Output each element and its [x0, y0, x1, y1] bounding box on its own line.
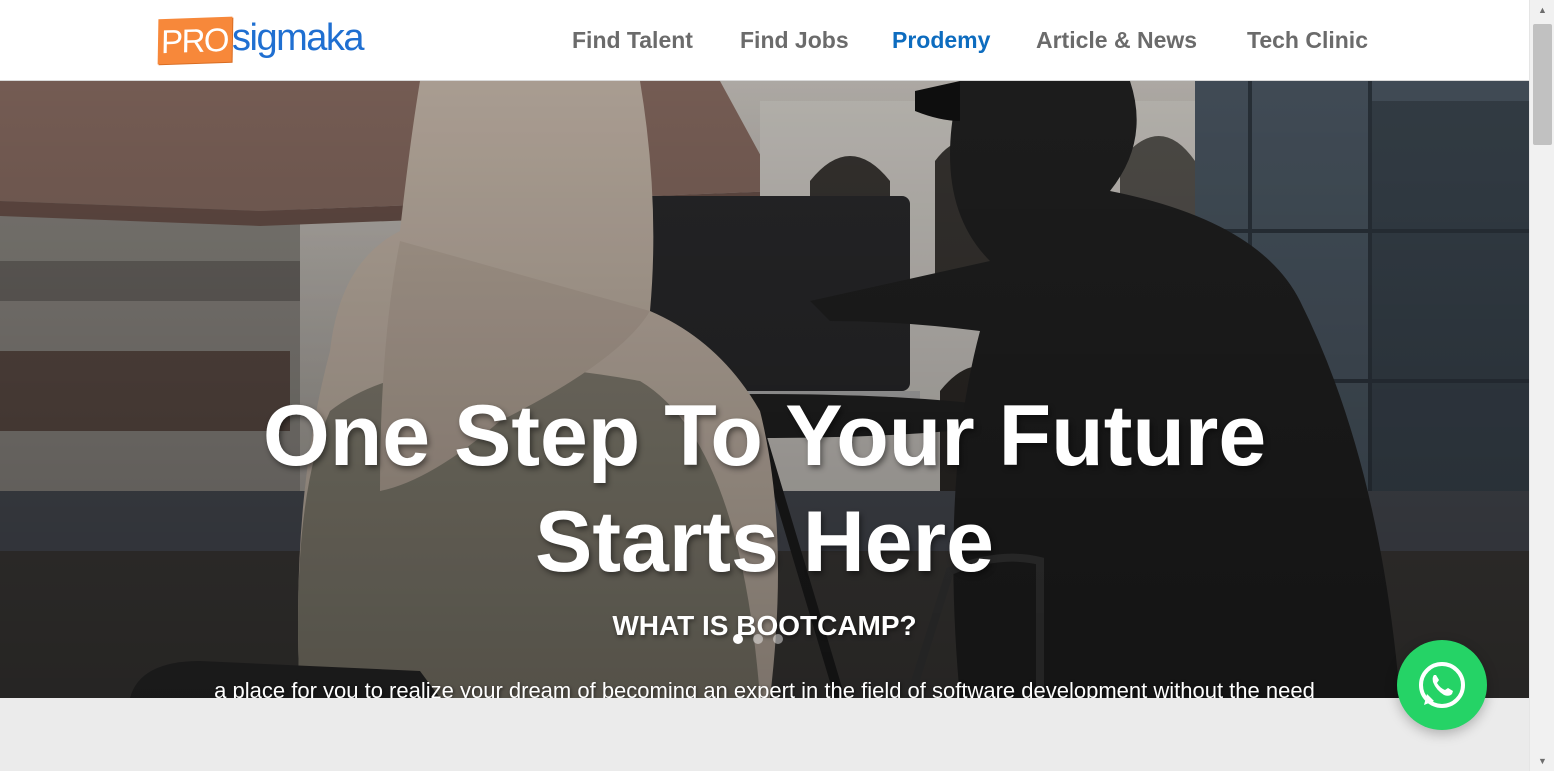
whatsapp-icon — [1419, 662, 1465, 708]
scrollbar-thumb[interactable] — [1533, 24, 1552, 145]
carousel-dot-2[interactable] — [753, 634, 763, 644]
arrow-up-icon[interactable]: ▲ — [1530, 0, 1554, 20]
carousel-dot-1[interactable] — [733, 634, 743, 644]
hero-description: a place for you to realize your dream of… — [214, 678, 1315, 698]
whatsapp-chat-button[interactable] — [1397, 640, 1487, 730]
nav-find-jobs[interactable]: Find Jobs — [740, 27, 849, 54]
hero-title-line2: Starts Here — [535, 494, 994, 590]
hero-title-line1: One Step To Your Future — [262, 388, 1267, 484]
page-scrollbar[interactable]: ▲ ▼ — [1529, 0, 1554, 771]
nav-find-talent[interactable]: Find Talent — [572, 27, 693, 54]
nav-article-news[interactable]: Article & News — [1036, 27, 1197, 54]
logo-sigmaka-text: sigmaka — [232, 16, 365, 59]
nav-prodemy[interactable]: Prodemy — [892, 27, 990, 54]
nav-tech-clinic[interactable]: Tech Clinic — [1247, 27, 1368, 54]
carousel-dot-3[interactable] — [773, 634, 783, 644]
hero-banner: One Step To Your Future Starts Here WHAT… — [0, 81, 1529, 698]
carousel-indicators — [733, 634, 783, 644]
site-logo[interactable]: PRO sigmaka — [157, 9, 365, 72]
logo-pro-text: PRO — [157, 16, 233, 65]
arrow-down-icon[interactable]: ▼ — [1530, 751, 1554, 771]
site-header: PRO sigmaka Find Talent Find Jobs Prodem… — [0, 0, 1529, 81]
hero-title: One Step To Your Future Starts Here — [0, 383, 1529, 595]
